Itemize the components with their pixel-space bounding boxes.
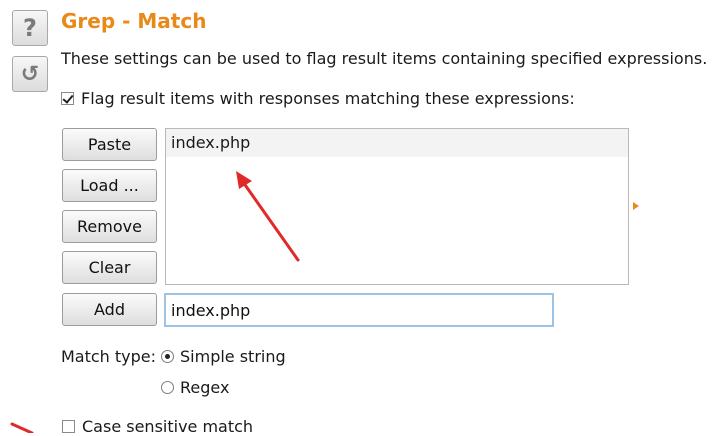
case-sensitive-checkbox[interactable] (62, 420, 75, 433)
help-button[interactable]: ? (12, 10, 48, 46)
reset-button[interactable]: ↺ (12, 56, 48, 92)
radio-regex[interactable]: Regex (161, 378, 229, 397)
load-button[interactable]: Load ... (62, 169, 157, 202)
case-sensitive-label: Case sensitive match (82, 417, 254, 436)
flag-checkbox[interactable] (61, 92, 74, 105)
radio-button[interactable] (161, 350, 174, 363)
match-type-label: Match type: (61, 347, 157, 366)
flag-label: Flag result items with responses matchin… (81, 89, 575, 108)
expression-list[interactable]: index.php (165, 128, 629, 285)
add-button[interactable]: Add (62, 293, 157, 326)
annotation-arrow-fragment (10, 422, 34, 433)
flag-row[interactable]: Flag result items with responses matchin… (61, 89, 575, 108)
help-icon: ? (23, 14, 37, 42)
reset-icon: ↺ (20, 61, 40, 87)
expand-arrow-icon[interactable] (633, 202, 639, 210)
list-item[interactable]: index.php (166, 129, 628, 157)
paste-button[interactable]: Paste (62, 128, 157, 161)
radio-label: Regex (180, 378, 230, 397)
description-text: These settings can be used to flag resul… (61, 49, 708, 68)
remove-button[interactable]: Remove (62, 210, 157, 243)
clear-button[interactable]: Clear (62, 251, 157, 284)
add-expression-input[interactable] (164, 293, 554, 327)
radio-label: Simple string (180, 347, 286, 366)
radio-button[interactable] (161, 381, 174, 394)
page-title: Grep - Match (61, 9, 207, 33)
radio-simple-string[interactable]: Simple string (161, 347, 286, 366)
case-sensitive-row[interactable]: Case sensitive match (62, 417, 253, 436)
